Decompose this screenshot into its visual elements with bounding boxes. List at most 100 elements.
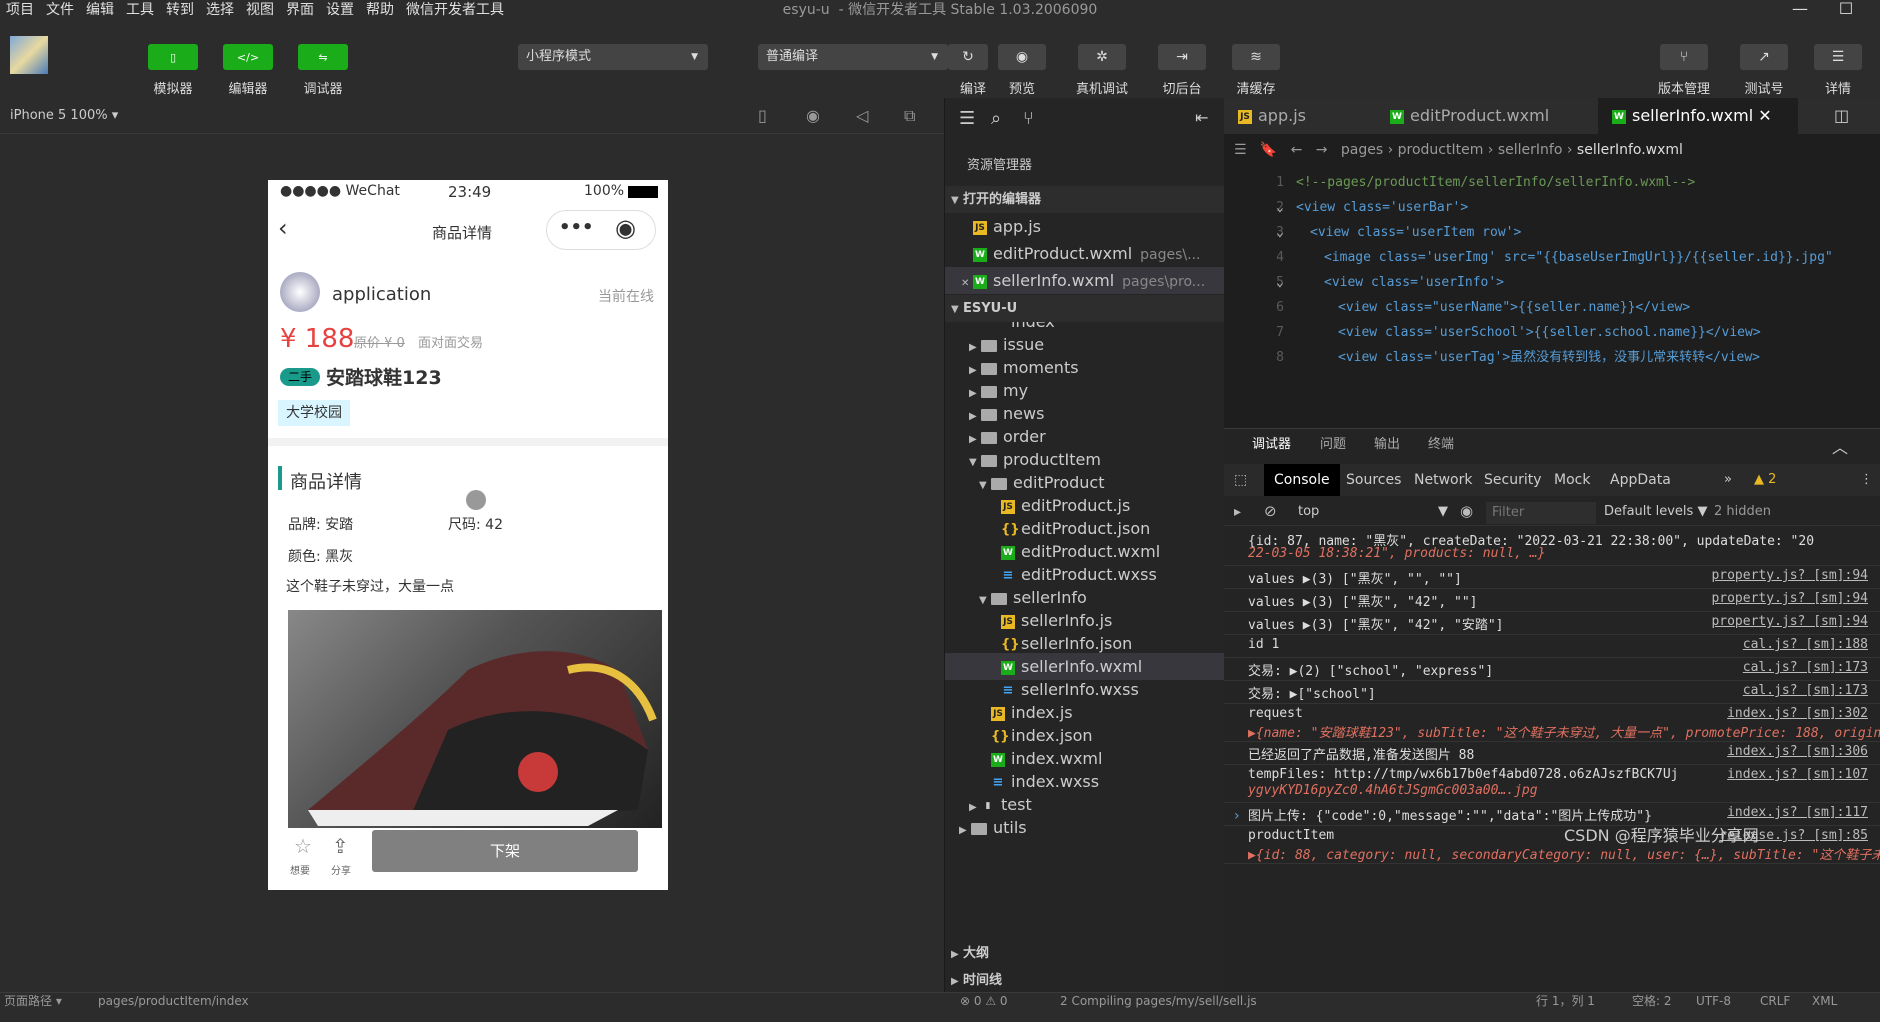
tab-mock[interactable]: Mock [1544, 464, 1600, 496]
git-icon[interactable]: ⑂ [1023, 108, 1034, 129]
console-row[interactable]: id 1 cal.js? [sm]:188 [1224, 635, 1880, 658]
minimize-icon[interactable]: — [1780, 0, 1820, 18]
levels-select[interactable]: Default levels ▼ [1604, 504, 1707, 519]
inspect-icon[interactable]: ⬚ [1234, 472, 1247, 488]
console-row[interactable]: values ▶(3) ["黑灰", "42", ""] property.js?… [1224, 589, 1880, 612]
source-link[interactable]: cal.js? [sm]:173 [1743, 683, 1868, 698]
cursor-position[interactable]: 行 1，列 1 [1536, 993, 1595, 1009]
prompt-icon[interactable]: › [1234, 808, 1240, 824]
share-icon[interactable]: ⇪ [332, 834, 349, 858]
menu-item[interactable]: 选择 [200, 0, 240, 20]
chevron-up-icon[interactable]: ︿ [1832, 434, 1848, 458]
star-icon[interactable]: ☆ [294, 834, 312, 858]
back-icon[interactable]: ‹ [278, 214, 288, 242]
eol[interactable]: CRLF [1760, 993, 1790, 1009]
console-row[interactable]: request ▶{name: "安踏球鞋123", subTitle: "这个鞋… [1224, 704, 1880, 742]
menu-item[interactable]: 视图 [240, 0, 280, 20]
indent[interactable]: 空格: 2 [1632, 993, 1672, 1009]
real-debug-icon[interactable]: ✲ [1078, 44, 1126, 70]
maximize-icon[interactable]: ☐ [1826, 0, 1866, 18]
tab-console[interactable]: Console [1264, 464, 1340, 496]
warning-count[interactable]: ▲ 2 [1754, 472, 1776, 487]
compile-mode-select[interactable]: 普通编译 ▼ [758, 44, 948, 70]
editor-button[interactable]: </> [223, 44, 273, 70]
simulator-button[interactable]: ▯ [148, 44, 198, 70]
menu-item[interactable]: 项目 [0, 0, 40, 20]
source-link[interactable]: property.js? [sm]:94 [1711, 568, 1868, 583]
console-row[interactable]: 交易: ▶["school"] cal.js? [sm]:173 [1224, 681, 1880, 704]
volume-icon[interactable]: ◁ [856, 106, 868, 125]
tab-security[interactable]: Security [1474, 464, 1552, 496]
source-link[interactable]: index.js? [sm]:107 [1727, 767, 1868, 782]
more-icon[interactable]: ••• [559, 217, 594, 238]
outline-header[interactable]: ▶ 大纲 [945, 940, 1225, 967]
source-link[interactable]: cal.js? [sm]:188 [1743, 637, 1868, 652]
debugger-button[interactable]: ⇋ [298, 44, 348, 70]
collapse-icon[interactable]: ⇤ [1195, 108, 1208, 127]
background-icon[interactable]: ⇥ [1158, 44, 1206, 70]
open-editors-header[interactable]: ▼ 打开的编辑器 [945, 186, 1225, 213]
console-row[interactable]: 图片上传: {"code":0,"message":"","data":"图片上… [1224, 803, 1880, 826]
kebab-icon[interactable]: ⋮ [1860, 472, 1873, 487]
menu-item[interactable]: 文件 [40, 0, 80, 20]
tab-network[interactable]: Network [1404, 464, 1482, 496]
open-editor-item[interactable]: ✕ WsellerInfo.wxml pages\pro... [945, 267, 1225, 294]
close-icon[interactable]: ✕ [1758, 106, 1771, 125]
eye-icon[interactable]: ◉ [1460, 502, 1473, 520]
details-icon[interactable]: ☰ [1814, 44, 1862, 70]
menu-item[interactable]: 界面 [280, 0, 320, 20]
record-icon[interactable]: ◉ [806, 106, 820, 125]
mode-select[interactable]: 小程序模式 ▼ [518, 44, 708, 70]
tab-terminal[interactable]: 终端 [1428, 428, 1454, 462]
tab-sources[interactable]: Sources [1336, 464, 1411, 496]
version-icon[interactable]: ⑂ [1660, 44, 1708, 70]
source-link[interactable]: index.js? [sm]:117 [1727, 805, 1868, 820]
clear-icon[interactable]: ⊘ [1264, 502, 1277, 520]
console-row[interactable]: values ▶(3) ["黑灰", "", ""] property.js? [… [1224, 566, 1880, 589]
source-link[interactable]: property.js? [sm]:94 [1711, 591, 1868, 606]
tab-problems[interactable]: 问题 [1320, 428, 1346, 462]
error-count[interactable]: ⊗ 0 ⚠ 0 [960, 993, 1008, 1009]
menu-item[interactable]: 微信开发者工具 [400, 0, 510, 20]
language[interactable]: XML [1812, 993, 1837, 1009]
list-icon[interactable]: ☰ [959, 108, 975, 129]
source-link[interactable]: property.js? [sm]:94 [1711, 614, 1868, 629]
sidebar-toggle-icon[interactable]: ▸ [1234, 504, 1241, 520]
phone-icon[interactable]: ▯ [758, 106, 767, 125]
tab-debugger[interactable]: 调试器 [1252, 428, 1291, 462]
menu-item[interactable]: 设置 [320, 0, 360, 20]
console-row[interactable]: productItem ▶{id: 88, category: null, sec… [1224, 826, 1880, 864]
menu-item[interactable]: 编辑 [80, 0, 120, 20]
test-account-icon[interactable]: ↗ [1740, 44, 1788, 70]
encoding[interactable]: UTF-8 [1696, 993, 1731, 1009]
menu-item[interactable]: 帮助 [360, 0, 400, 20]
console-row[interactable]: {id: 87, name: "黑灰", createDate: "2022-0… [1224, 528, 1880, 566]
console-row[interactable]: 交易: ▶(2) ["school", "express"] cal.js? [s… [1224, 658, 1880, 681]
split-icon[interactable]: ◫ [1834, 106, 1849, 125]
tab-sellerinfo-wxml[interactable]: WsellerInfo.wxml ✕ [1598, 98, 1798, 134]
preview-icon[interactable]: ◉ [998, 44, 1046, 70]
source-link[interactable]: index.js? [sm]:302 [1727, 706, 1868, 721]
tab-app-js[interactable]: JS app.js [1224, 98, 1374, 134]
window-icon[interactable]: ⧉ [904, 106, 915, 126]
console-row[interactable]: values ▶(3) ["黑灰", "42", "安踏"] property.j… [1224, 612, 1880, 635]
more-tabs-icon[interactable]: » [1724, 472, 1732, 487]
folder-item[interactable]: ▶ utils [945, 814, 1225, 841]
cache-icon[interactable]: ≋ [1232, 44, 1280, 70]
tab-appdata[interactable]: AppData [1600, 464, 1681, 496]
console-row[interactable]: 已经返回了产品数据,准备发送图片 88 index.js? [sm]:306 [1224, 742, 1880, 765]
source-link[interactable]: index.js? [sm]:306 [1727, 744, 1868, 759]
page-path-label[interactable]: 页面路径 ▾ [4, 993, 62, 1009]
open-editor-item[interactable]: JS app.js [945, 213, 1225, 240]
code-line[interactable]: 8 <view class='userTag'>虽然没有转到钱，没事儿常来转转</… [1224, 343, 1880, 373]
tab-editproduct-wxml[interactable]: WeditProduct.wxml [1376, 98, 1596, 134]
context-select[interactable]: top ▼ [1298, 504, 1448, 519]
console-row[interactable]: tempFiles: http://tmp/wx6b17b0ef4abd0728… [1224, 765, 1880, 803]
close-icon[interactable]: ✕ [961, 270, 973, 297]
menu-item[interactable]: 工具 [120, 0, 160, 20]
project-header[interactable]: ▼ ESYU-U [945, 295, 1225, 322]
source-link[interactable]: cal.js? [sm]:173 [1743, 660, 1868, 675]
tab-output[interactable]: 输出 [1374, 428, 1400, 462]
compile-icon[interactable]: ↻ [948, 44, 988, 70]
filter-input[interactable]: Filter [1486, 502, 1596, 524]
